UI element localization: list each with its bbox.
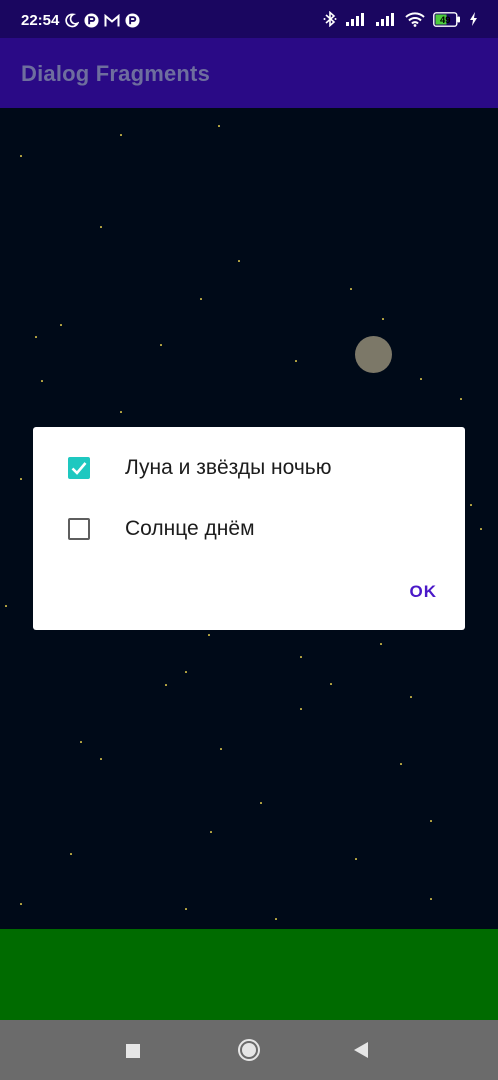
star	[35, 336, 37, 338]
dialog-option-moon-and-stars[interactable]: Луна и звёзды ночью	[33, 438, 465, 498]
moon	[355, 336, 392, 373]
star	[20, 903, 22, 905]
star	[80, 741, 82, 743]
star	[260, 802, 262, 804]
star	[185, 908, 187, 910]
dialog-option-label: Солнце днём	[125, 517, 255, 540]
star	[470, 504, 472, 506]
star	[410, 696, 412, 698]
dialog-option-sun[interactable]: Солнце днём	[33, 499, 465, 559]
app-title: Dialog Fragments	[21, 61, 211, 86]
app-bar: Dialog Fragments	[0, 38, 498, 108]
star	[220, 748, 222, 750]
star	[20, 155, 22, 157]
star	[185, 671, 187, 673]
star	[160, 344, 162, 346]
star	[430, 820, 432, 822]
moon-icon	[64, 13, 80, 28]
star	[60, 324, 62, 326]
navigation-bar	[0, 1020, 498, 1080]
checkbox-unchecked[interactable]	[68, 518, 90, 540]
star	[120, 134, 122, 136]
star	[41, 380, 43, 382]
charging-icon	[469, 12, 478, 26]
star	[400, 763, 402, 765]
checkbox-checked[interactable]	[68, 457, 90, 479]
star	[100, 226, 102, 228]
star	[70, 853, 72, 855]
star	[300, 656, 302, 658]
star	[295, 360, 297, 362]
signal-icon	[345, 12, 367, 26]
star	[200, 298, 202, 300]
back-triangle-icon[interactable]	[353, 1042, 369, 1063]
star	[355, 858, 357, 860]
star	[208, 634, 210, 636]
gmail-icon	[104, 13, 120, 28]
bluetooth-icon	[323, 11, 337, 27]
wifi-icon	[405, 11, 425, 27]
star	[5, 605, 7, 607]
dialog-option-label: Луна и звёзды ночью	[125, 456, 332, 479]
signal-icon	[375, 12, 397, 26]
star	[165, 684, 167, 686]
star	[330, 683, 332, 685]
battery-level: 49	[440, 15, 451, 26]
star	[300, 708, 302, 710]
recents-square-icon[interactable]	[126, 1044, 140, 1063]
ground	[0, 929, 498, 1020]
battery-icon: 49	[433, 11, 461, 27]
star	[430, 898, 432, 900]
status-bar-left: 22:54	[21, 12, 140, 29]
star	[210, 831, 212, 833]
star	[350, 288, 352, 290]
star	[382, 318, 384, 320]
star	[238, 260, 240, 262]
status-bar: 22:54 49	[0, 0, 498, 38]
home-circle-icon[interactable]	[237, 1038, 261, 1067]
status-time: 22:54	[21, 12, 60, 29]
app-notification-icon	[84, 13, 99, 28]
app-notification-icon	[125, 13, 140, 28]
star	[275, 918, 277, 920]
star	[218, 125, 220, 127]
multi-choice-dialog: Луна и звёзды ночью Солнце днём OK	[33, 427, 465, 630]
star	[100, 758, 102, 760]
star	[460, 398, 462, 400]
star	[20, 478, 22, 480]
star	[480, 528, 482, 530]
star	[380, 643, 382, 645]
star	[420, 378, 422, 380]
status-bar-right: 49	[323, 11, 478, 27]
star	[120, 411, 122, 413]
ok-button[interactable]: OK	[410, 582, 438, 602]
